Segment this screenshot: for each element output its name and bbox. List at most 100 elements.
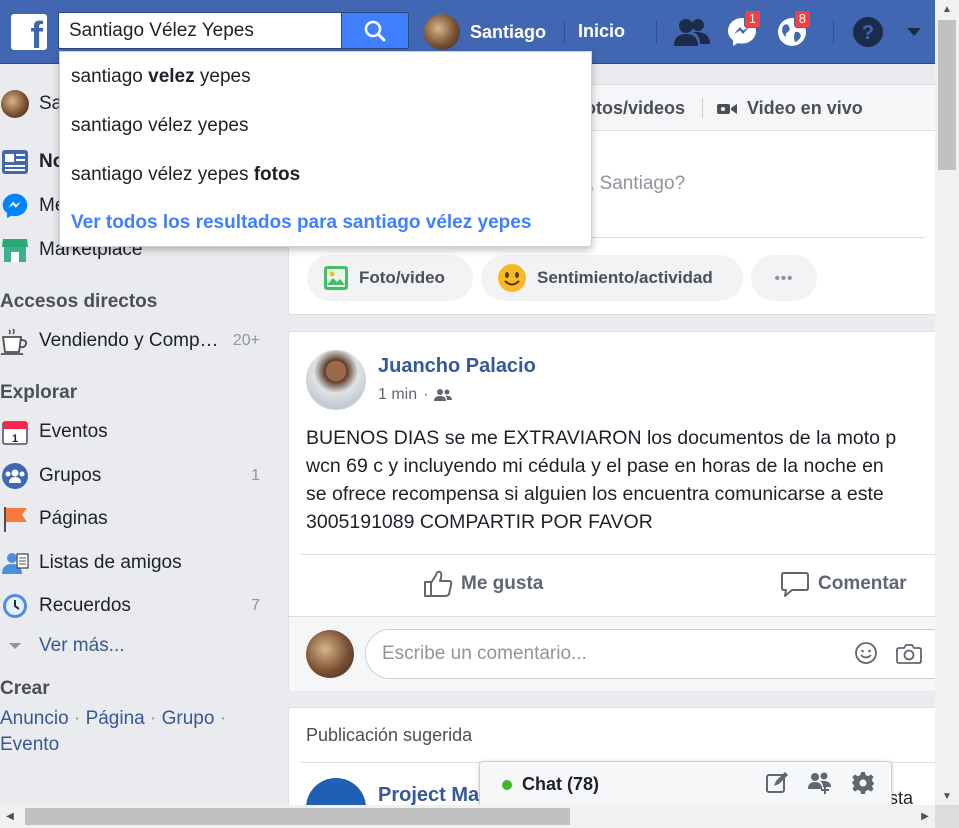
nav-shortcut-group[interactable]: Vendiendo y Comp… 20+: [0, 326, 270, 356]
profile-avatar-icon: [0, 89, 30, 119]
post-timestamp[interactable]: 1 min: [378, 386, 417, 404]
compose-icon[interactable]: [765, 771, 789, 795]
create-ad-link[interactable]: Anuncio: [0, 708, 69, 729]
friend-requests-button[interactable]: [673, 14, 711, 50]
create-links: Anuncio · Página · Grupo · Evento: [0, 706, 250, 758]
composer-placeholder[interactable]: , Santiago?: [589, 173, 685, 195]
nav-friend-lists-label: Listas de amigos: [39, 552, 182, 573]
suggested-author[interactable]: Project Ma: [378, 784, 479, 807]
suggestion-item[interactable]: santiago velez yepes: [71, 66, 251, 88]
feeling-activity-button[interactable]: Sentimiento/actividad: [481, 255, 743, 301]
commenter-avatar: [306, 630, 354, 678]
nav-groups[interactable]: Grupos 1: [0, 461, 270, 491]
scroll-left-arrow-icon[interactable]: ◀: [0, 805, 20, 828]
post-meta: 1 min ·: [378, 386, 453, 404]
suggested-title: Publicación sugerida: [306, 725, 473, 745]
account-menu-button[interactable]: [896, 14, 932, 50]
post-line: wcn 69 c y incluyendo mi cédula y el pas…: [306, 455, 884, 477]
photo-video-button[interactable]: Foto/video: [307, 255, 473, 301]
comment-button[interactable]: Comentar: [780, 568, 907, 600]
suggestion-text: yepes: [194, 66, 251, 87]
scroll-up-arrow-icon[interactable]: ▲: [935, 0, 959, 18]
suggestion-text: santiago vélez yepes: [71, 164, 254, 185]
facebook-logo[interactable]: f: [11, 14, 47, 55]
suggestion-item[interactable]: santiago vélez yepes: [71, 115, 248, 137]
like-button[interactable]: Me gusta: [423, 568, 543, 600]
flag-icon: [0, 504, 30, 534]
profile-link[interactable]: Santiago: [424, 14, 546, 50]
nav-groups-label: Grupos: [39, 465, 102, 486]
post-author-name[interactable]: Juancho Palacio: [378, 355, 536, 378]
user-avatar: [424, 14, 460, 50]
explore-heading: Explorar: [0, 382, 78, 403]
separator: [833, 20, 834, 44]
more-options-button[interactable]: •••: [751, 255, 817, 301]
search-input[interactable]: [58, 12, 342, 49]
camera-icon[interactable]: [896, 641, 922, 665]
svg-text:?: ?: [862, 22, 874, 44]
search-button[interactable]: [341, 12, 409, 49]
scroll-right-arrow-icon[interactable]: ▶: [915, 805, 935, 828]
online-status-dot: [502, 780, 512, 790]
caret-down-icon: [0, 631, 30, 661]
messages-button[interactable]: 1: [723, 10, 761, 50]
notifications-button[interactable]: 8: [773, 10, 811, 50]
shortcut-label: Vendiendo y Comp…: [39, 330, 219, 351]
memories-count: 7: [251, 597, 260, 614]
shortcut-count: 20+: [232, 332, 260, 349]
calendar-icon: 1: [0, 417, 30, 447]
like-label: Me gusta: [461, 573, 544, 594]
tab-photos-videos[interactable]: otos/videos: [585, 98, 685, 119]
vertical-scrollbar[interactable]: ▲ ▼: [935, 0, 959, 805]
create-group-link[interactable]: Grupo: [162, 708, 215, 729]
nav-memories[interactable]: Recuerdos 7: [0, 591, 270, 621]
friends-audience-icon[interactable]: [434, 388, 453, 402]
help-button[interactable]: ?: [849, 14, 887, 50]
post-line: se ofrece recompensa si alguien los encu…: [306, 483, 884, 505]
emoji-icon[interactable]: [854, 641, 878, 665]
see-all-results-link[interactable]: Ver todos los resultados para santiago v…: [71, 212, 531, 234]
search-icon: [364, 20, 386, 41]
post-author-avatar[interactable]: [306, 350, 366, 410]
dot-separator: ·: [423, 386, 429, 403]
shortcuts-heading: Accesos directos: [0, 291, 158, 312]
comment-tools: [854, 641, 922, 665]
dot-separator: ·: [219, 708, 227, 729]
create-heading: Crear: [0, 678, 50, 699]
nav-friend-lists[interactable]: Listas de amigos: [0, 548, 270, 578]
scroll-thumb[interactable]: [25, 808, 570, 825]
friend-list-icon: [0, 548, 30, 578]
scroll-down-arrow-icon[interactable]: ▼: [935, 787, 959, 805]
separator: [564, 20, 565, 44]
messenger-icon: [0, 191, 30, 221]
nav-pages[interactable]: Páginas: [0, 504, 270, 534]
dot-separator: ·: [73, 708, 81, 729]
friends-icon: [674, 19, 710, 46]
see-more-link[interactable]: Ver más...: [0, 631, 270, 661]
separator: [702, 98, 703, 118]
news-feed-icon: [0, 147, 30, 177]
new-group-icon[interactable]: [807, 771, 833, 795]
suggestion-highlight: velez: [148, 66, 195, 87]
video-camera-icon: [717, 103, 737, 114]
gear-icon[interactable]: [851, 771, 875, 795]
chat-tools: [765, 771, 875, 795]
create-page-link[interactable]: Página: [86, 708, 145, 729]
notifications-badge: 8: [793, 10, 811, 28]
suggestion-item[interactable]: santiago vélez yepes fotos: [71, 164, 300, 186]
scroll-thumb[interactable]: [938, 20, 956, 170]
see-more-label: Ver más...: [39, 635, 125, 656]
chat-bar[interactable]: Chat (78): [479, 761, 892, 805]
svg-text:1: 1: [12, 433, 18, 445]
home-link[interactable]: Inicio: [578, 21, 625, 42]
comment-label: Comentar: [818, 573, 907, 594]
photo-icon: [323, 265, 349, 291]
tab-live-video[interactable]: Video en vivo: [716, 98, 863, 119]
memories-clock-icon: [0, 591, 30, 621]
create-event-link[interactable]: Evento: [0, 734, 59, 755]
nav-events[interactable]: 1 Eventos: [0, 417, 270, 447]
suggestion-highlight: fotos: [253, 164, 301, 185]
profile-name: Santiago: [470, 21, 547, 42]
nav-memories-label: Recuerdos: [39, 595, 131, 616]
horizontal-scrollbar[interactable]: ◀ ▶: [0, 805, 935, 828]
